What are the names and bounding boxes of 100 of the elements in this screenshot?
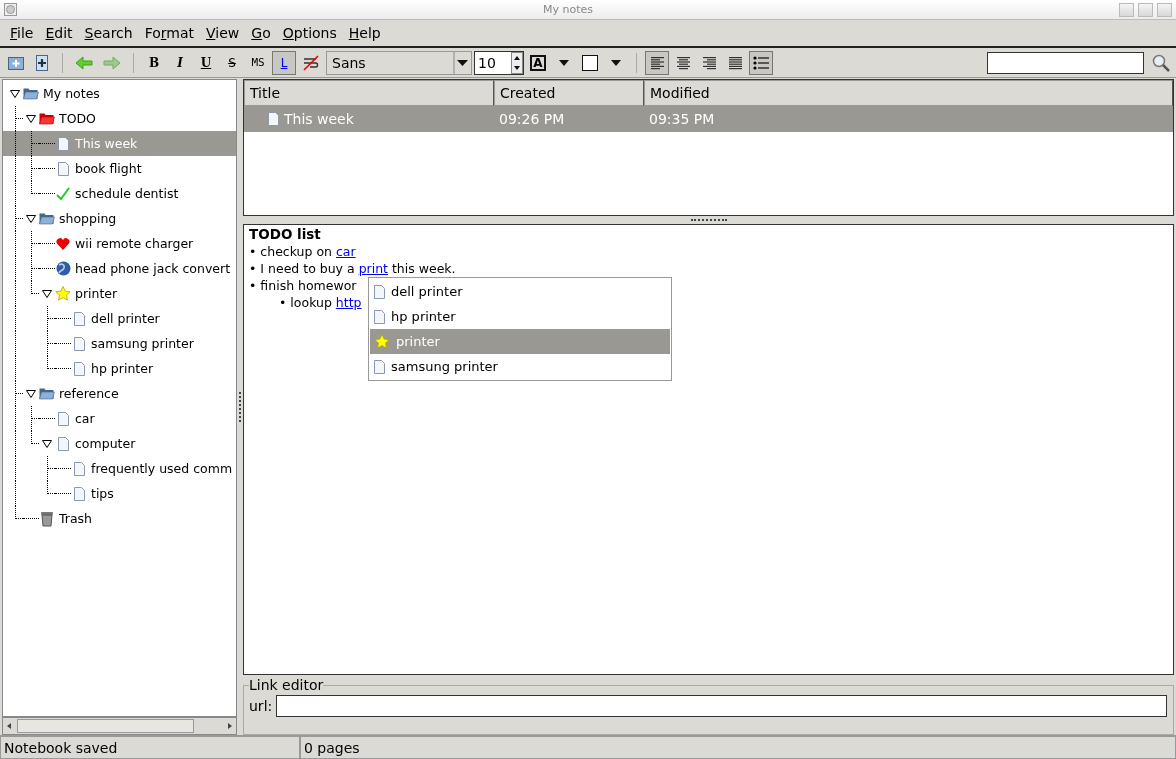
note-link[interactable]: http [335,295,362,310]
align-right-icon [701,55,717,70]
search-icon[interactable] [1152,53,1170,72]
bullet-list-icon [753,55,769,70]
caret-icon [453,51,471,74]
expander-icon[interactable] [42,439,52,448]
check-icon [56,186,70,201]
heart-icon [56,237,70,250]
bullet-list-button[interactable] [749,50,773,75]
page-icon [57,411,69,426]
right-arrow-icon [103,55,121,70]
italic-button[interactable]: I [168,50,192,75]
tree-item[interactable]: dell printer [3,306,236,331]
menu-item[interactable]: View [200,25,246,41]
bullet-item: • I need to buy a print this week. [249,260,456,277]
caret-icon [611,59,621,66]
align-center-icon [675,55,691,70]
caret-icon [559,59,569,66]
tree-item[interactable]: head phone jack convert [3,256,236,281]
tree-item[interactable]: frequently used comm [3,456,236,481]
status-text: Notebook saved [0,736,300,759]
underline-button[interactable]: U [194,50,218,75]
expander-icon[interactable] [42,289,52,298]
menu-item[interactable]: Format [138,25,201,41]
tree-item[interactable]: My notes [3,81,236,106]
tree-item[interactable]: wii remote charger [3,231,236,256]
bullet-item: • finish homewor [249,277,357,294]
column-header[interactable]: Title [244,80,494,106]
column-header[interactable]: Modified [644,80,1173,106]
status-text: 0 pages [300,736,1176,759]
menu-item[interactable]: Edit [39,25,79,41]
page-icon [73,336,85,351]
table-cell: This week [244,111,494,127]
link-button[interactable]: L [272,50,296,75]
expander-icon[interactable] [26,389,36,398]
tree-item[interactable]: shopping [3,206,236,231]
expander-icon[interactable] [26,114,36,123]
menu-item[interactable]: Go [245,25,277,41]
tree-item[interactable]: Trash [3,506,236,531]
tree-item[interactable]: book flight [3,156,236,181]
bullet-item: • checkup on car [249,243,356,260]
menu-item[interactable]: File [4,25,40,41]
tree-item[interactable]: samsung printer [3,331,236,356]
expander-icon[interactable] [26,214,36,223]
tree-item[interactable]: computer [3,431,236,456]
tree-item[interactable]: reference [3,381,236,406]
wrap-icon [302,54,320,71]
page-icon [374,309,385,324]
note-editor[interactable]: TODO list • checkup on car • I need to buy a print this week. • finish homewor • lookup http dell printer hp printer printer samsung printer [243,224,1174,675]
column-header[interactable]: Created [494,80,644,106]
folder-icon [39,112,55,125]
tree-item[interactable]: tips [3,481,236,506]
page-icon [73,461,85,476]
table-cell-text: 09:26 PM [498,111,566,127]
expander-icon[interactable] [10,89,20,98]
align-left-icon [649,55,665,70]
tree-item[interactable]: printer [3,281,236,306]
page-icon [73,486,85,501]
tree-item[interactable]: hp printer [3,356,236,381]
star-icon [374,334,390,349]
page-icon [57,161,69,176]
tree-item[interactable]: schedule dentist [3,181,236,206]
mono-button[interactable]: MS [246,50,270,75]
bold-button[interactable]: B [142,50,166,75]
left-arrow-icon [75,55,93,70]
trash-icon [40,510,54,527]
note-heading: TODO list [249,226,321,243]
folder-icon [39,212,55,225]
page-icon [73,311,85,326]
tree-item[interactable]: car [3,406,236,431]
url-label: url: [249,698,273,714]
folder-icon [23,87,39,100]
star-icon [55,286,71,301]
align-left-button[interactable] [645,50,669,75]
globe-icon [55,261,71,276]
horizontal-scrollbar[interactable] [2,717,237,735]
bullet-item: • lookup http [279,294,362,311]
page-icon [268,112,279,126]
page-icon [57,436,69,451]
font-color-button[interactable]: A [526,50,550,75]
font-size-field[interactable]: 10 [474,50,524,75]
table-cell-text: 09:35 PM [648,111,716,127]
page-plus-icon [35,54,49,71]
page-icon [374,359,385,374]
page-icon [374,284,385,299]
menu-item[interactable]: Help [342,25,387,41]
strike-button[interactable]: S [220,50,244,75]
search-field[interactable] [987,51,1144,74]
note-link[interactable]: print [358,261,388,276]
folder-plus-icon [8,55,24,70]
font-dropdown[interactable]: Sans [326,50,472,75]
url-field[interactable] [276,695,1167,717]
menu-item[interactable]: Search [78,25,139,41]
page-icon [73,361,85,376]
justify-icon [727,55,743,70]
window-title: My notes [543,3,593,16]
menu-item[interactable]: Options [276,25,343,41]
page-icon [57,136,69,151]
spin-arrows-icon [511,51,523,74]
note-link[interactable]: car [335,244,356,259]
